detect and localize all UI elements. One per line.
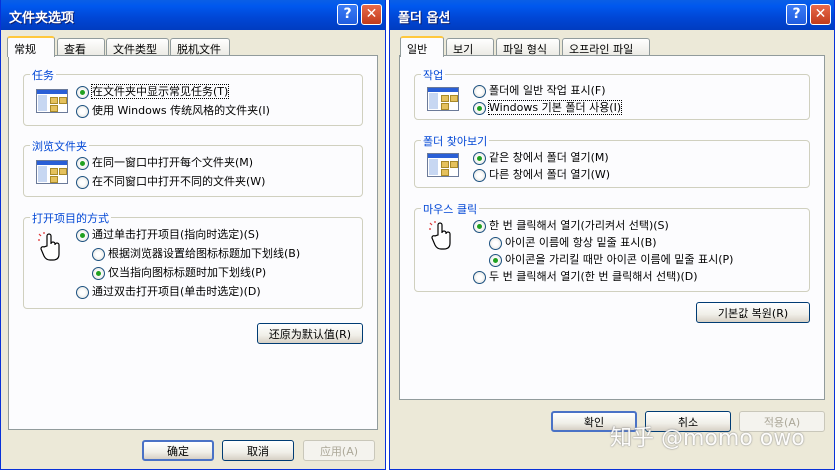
single-click-radio[interactable]: 通过单击打开项目(指向时选定)(S)	[76, 227, 259, 242]
radio-icon	[92, 247, 105, 261]
option-label: 다른 창에서 폴더 열기(W)	[489, 168, 611, 181]
option-label: 通过单击打开项目(指向时选定)(S)	[92, 228, 260, 241]
single-click-radio[interactable]: 한 번 클릭해서 열기(가리켜서 선택)(S)	[473, 218, 669, 233]
folder-options-window-ko: 폴더 옵션 ? ✕ 일반 보기 파일 형식 오프라인 파일 작업 폴더에 일반 …	[389, 0, 835, 470]
radio-selected-icon	[76, 85, 89, 99]
ok-button[interactable]: 确定	[142, 440, 214, 461]
help-button[interactable]: ?	[786, 4, 807, 25]
browse-folders-group: 浏览文件夹 在同一窗口中打开每个文件夹(M) 在不同窗口中打开不同的文件夹(W)	[23, 138, 363, 197]
close-button[interactable]: ✕	[810, 4, 831, 25]
title-bar[interactable]: 文件夹选项 ? ✕	[1, 0, 385, 30]
option-label: 根据浏览器设置给图标标题加下划线(B)	[108, 247, 301, 260]
radio-selected-icon	[473, 101, 486, 115]
tasks-group: 작업 폴더에 일반 작업 표시(F) Windows 기본 폴더 사용(I)	[414, 67, 810, 120]
show-common-tasks-radio[interactable]: 폴더에 일반 작업 표시(F)	[473, 83, 605, 98]
help-button[interactable]: ?	[337, 4, 358, 25]
restore-defaults-button[interactable]: 기본값 복원(R)	[696, 302, 810, 323]
option-label: 한 번 클릭해서 열기(가리켜서 선택)(S)	[489, 219, 669, 232]
radio-selected-icon	[76, 156, 89, 170]
same-window-radio[interactable]: 같은 창에서 폴더 열기(M)	[473, 150, 609, 165]
browse-preview-icon	[36, 160, 68, 184]
tasks-group-legend: 任务	[30, 67, 56, 83]
tasks-preview-icon	[427, 87, 459, 111]
option-label: 在同一窗口中打开每个文件夹(M)	[92, 156, 254, 169]
radio-icon	[473, 168, 486, 182]
underline-on-point-radio[interactable]: 아이콘을 가리킬 때만 아이콘 이름에 밑줄 표시(P)	[489, 252, 733, 267]
same-window-radio[interactable]: 在同一窗口中打开每个文件夹(M)	[76, 155, 253, 170]
window-title: 文件夹选项	[9, 11, 75, 26]
tasks-group: 任务 在文件夹中显示常见任务(T) 使用 Windows 传统风格的文件夹(I)	[23, 67, 363, 126]
title-bar[interactable]: 폴더 옵션 ? ✕	[390, 0, 834, 30]
click-group-legend: 마우스 클릭	[421, 201, 480, 217]
browse-preview-icon	[427, 153, 459, 177]
click-items-group: 打开项目的方式 通过单击打开项目(指向时选定)(S) 根据浏览器设置给图标标题加…	[23, 210, 363, 309]
option-label: 使用 Windows 传统风格的文件夹(I)	[92, 104, 270, 117]
classic-folders-radio[interactable]: 使用 Windows 传统风格的文件夹(I)	[76, 103, 270, 118]
hand-cursor-icon	[429, 221, 451, 250]
tasks-preview-icon	[36, 89, 68, 113]
tab-file-types[interactable]: 文件类型	[106, 38, 169, 56]
radio-selected-icon	[473, 219, 486, 233]
tasks-group-legend: 작업	[421, 67, 446, 83]
restore-defaults-button[interactable]: 还原为默认值(R)	[257, 323, 363, 344]
option-label: Windows 기본 폴더 사용(I)	[487, 100, 623, 115]
radio-icon	[76, 104, 89, 118]
click-group-legend: 打开项目的方式	[30, 210, 111, 226]
option-label: 在不同窗口中打开不同的文件夹(W)	[92, 175, 266, 188]
radio-icon	[473, 84, 486, 98]
underline-browser-radio[interactable]: 아이콘 이름에 항상 밑줄 표시(B)	[489, 235, 657, 250]
general-tab-page: 작업 폴더에 일반 작업 표시(F) Windows 기본 폴더 사용(I) 폴…	[399, 55, 825, 400]
window-title: 폴더 옵션	[398, 11, 451, 26]
option-label: 通过双击打开项目(单击时选定)(D)	[92, 285, 261, 298]
double-click-radio[interactable]: 두 번 클릭해서 열기(한 번 클릭해서 선택)(D)	[473, 269, 698, 284]
tab-general[interactable]: 常规	[7, 36, 55, 57]
folder-options-window-zh: 文件夹选项 ? ✕ 常规 查看 文件类型 脱机文件 任务 在文件夹中显示常见任务…	[0, 0, 386, 470]
radio-selected-icon	[76, 228, 89, 242]
underline-browser-radio[interactable]: 根据浏览器设置给图标标题加下划线(B)	[92, 246, 300, 261]
tab-file-types[interactable]: 파일 형식	[496, 38, 560, 56]
tab-view[interactable]: 查看	[57, 38, 105, 56]
option-label: 在文件夹中显示常见任务(T)	[90, 84, 230, 99]
hand-cursor-icon	[38, 232, 60, 261]
tab-view[interactable]: 보기	[446, 38, 494, 56]
close-icon: ✕	[365, 6, 378, 22]
underline-on-point-radio[interactable]: 仅当指向图标标题时加下划线(P)	[92, 265, 266, 280]
browse-group-legend: 浏览文件夹	[30, 138, 89, 154]
close-button[interactable]: ✕	[361, 4, 382, 25]
radio-selected-icon	[489, 253, 502, 267]
double-click-radio[interactable]: 通过双击打开项目(单击时选定)(D)	[76, 284, 261, 299]
radio-selected-icon	[92, 266, 105, 280]
option-label: 폴더에 일반 작업 표시(F)	[489, 84, 606, 97]
radio-icon	[76, 285, 89, 299]
classic-folders-radio[interactable]: Windows 기본 폴더 사용(I)	[473, 100, 623, 115]
option-label: 같은 창에서 폴더 열기(M)	[489, 151, 609, 164]
general-tab-page: 任务 在文件夹中显示常见任务(T) 使用 Windows 传统风格的文件夹(I)…	[8, 55, 378, 430]
radio-icon	[76, 175, 89, 189]
own-window-radio[interactable]: 다른 창에서 폴더 열기(W)	[473, 167, 610, 182]
browse-folders-group: 폴더 찾아보기 같은 창에서 폴더 열기(M) 다른 창에서 폴더 열기(W)	[414, 133, 810, 188]
radio-icon	[489, 236, 502, 250]
option-label: 아이콘을 가리킬 때만 아이콘 이름에 밑줄 표시(P)	[505, 253, 734, 266]
help-icon: ?	[343, 6, 352, 22]
radio-icon	[473, 270, 486, 284]
option-label: 仅当指向图标标题时加下划线(P)	[108, 266, 267, 279]
cancel-button[interactable]: 取消	[222, 440, 294, 461]
click-items-group: 마우스 클릭 한 번 클릭해서 열기(가리켜서 선택)(S) 아이콘 이름에 항…	[414, 201, 810, 292]
tab-general[interactable]: 일반	[400, 36, 444, 57]
help-icon: ?	[792, 6, 801, 22]
tab-offline-files[interactable]: 脱机文件	[170, 38, 230, 56]
option-label: 아이콘 이름에 항상 밑줄 표시(B)	[505, 236, 657, 249]
apply-button[interactable]: 应用(A)	[303, 440, 375, 461]
tab-offline-files[interactable]: 오프라인 파일	[562, 38, 650, 56]
browse-group-legend: 폴더 찾아보기	[421, 133, 490, 149]
option-label: 두 번 클릭해서 열기(한 번 클릭해서 선택)(D)	[489, 270, 698, 283]
radio-selected-icon	[473, 151, 486, 165]
own-window-radio[interactable]: 在不同窗口中打开不同的文件夹(W)	[76, 174, 265, 189]
show-common-tasks-radio[interactable]: 在文件夹中显示常见任务(T)	[76, 84, 230, 99]
watermark: 知乎 @momo owo	[610, 426, 805, 451]
close-icon: ✕	[814, 6, 827, 22]
